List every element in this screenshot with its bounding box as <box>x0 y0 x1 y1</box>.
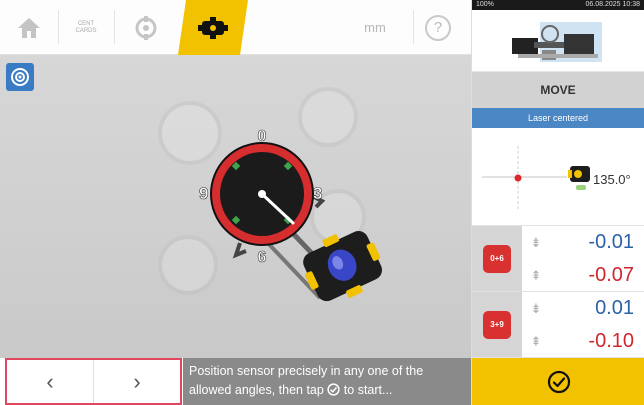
home-icon <box>18 17 40 38</box>
value-readout: -0.07 <box>588 264 634 286</box>
position-badge-3-9: 3+9 <box>483 310 511 339</box>
coupling-button[interactable] <box>114 0 178 55</box>
value-readout: -0.01 <box>588 231 634 253</box>
value-readout: 0.01 <box>595 297 634 319</box>
vertical-offset-icon: ⇟ <box>530 234 542 250</box>
units-display[interactable]: mm <box>340 0 410 55</box>
ghost-position-top-right <box>298 87 358 147</box>
clock-label-3: 3 <box>313 184 322 203</box>
check-circle-icon <box>547 370 570 393</box>
horizontal-offset-icon: ⇟ <box>530 300 542 316</box>
machine-setup-button[interactable]: CENT CARDS <box>58 0 114 55</box>
value-row: ⇞ -0.07 <box>522 259 644 292</box>
position-badge-0-6: 0+6 <box>483 244 511 273</box>
sensor-angle: 135.0° <box>593 172 631 187</box>
ghost-position-bottom-left <box>158 235 218 295</box>
home-button[interactable] <box>0 0 58 55</box>
value-readout: -0.10 <box>588 330 634 352</box>
horizontal-angle-icon: ⇞ <box>530 333 542 349</box>
status-bar: 100% 06.08.2025 10:38 <box>472 0 644 10</box>
value-row: ⇞ -0.10 <box>522 325 644 358</box>
chip-label-top: CENT <box>77 20 95 27</box>
measurement-canvas: 0 3 6 9 <box>0 55 471 358</box>
clock-label-0: 0 <box>258 128 267 145</box>
help-button[interactable]: ? <box>418 0 458 55</box>
bottom-bar: ‹ › Position sensor precisely in any one… <box>0 358 471 405</box>
help-icon: ? <box>425 14 451 41</box>
clock-label-9: 9 <box>199 184 208 203</box>
measurement-scene: 0 3 6 9 <box>158 87 382 302</box>
clock-label-6: 6 <box>258 249 267 266</box>
instruction-text: Position sensor precisely in any one of … <box>183 358 471 405</box>
battery-status: 100% <box>476 1 494 8</box>
chip-label-bottom: CARDS <box>75 27 97 34</box>
move-header: MOVE <box>472 72 644 108</box>
next-button[interactable]: › <box>94 360 180 403</box>
sensor-angle-icon <box>568 166 590 190</box>
right-panel: 100% 06.08.2025 10:38 MOVE Laser centere… <box>471 0 644 405</box>
navigation-arrows: ‹ › <box>5 358 182 405</box>
sensor-laser-icon <box>198 15 228 41</box>
ghost-position-top-left <box>158 101 222 165</box>
value-row: ⇟ -0.01 <box>522 226 644 259</box>
machine-train-icon <box>512 22 602 62</box>
laser-status: Laser centered <box>472 108 644 128</box>
measure-tab-active[interactable] <box>178 0 248 55</box>
laser-position-panel: 135.0° <box>472 128 644 226</box>
confirm-button[interactable] <box>472 358 644 405</box>
date-time: 06.08.2025 10:38 <box>585 1 641 8</box>
coupling-icon <box>135 15 157 40</box>
machine-thumbnail[interactable] <box>472 10 644 72</box>
previous-button[interactable]: ‹ <box>7 360 94 403</box>
ok-check-inline-icon <box>327 383 340 396</box>
vertical-angle-icon: ⇞ <box>530 267 542 283</box>
value-row: ⇟ 0.01 <box>522 292 644 325</box>
measurement-group-0-6: 0+6 ⇟ -0.01 ⇞ -0.07 <box>472 226 644 292</box>
top-toolbar: CENT CARDS mm ? <box>0 0 471 55</box>
measurement-group-3-9: 3+9 ⇟ 0.01 ⇞ -0.10 <box>472 292 644 358</box>
instruction-text-end: to start... <box>343 383 393 397</box>
